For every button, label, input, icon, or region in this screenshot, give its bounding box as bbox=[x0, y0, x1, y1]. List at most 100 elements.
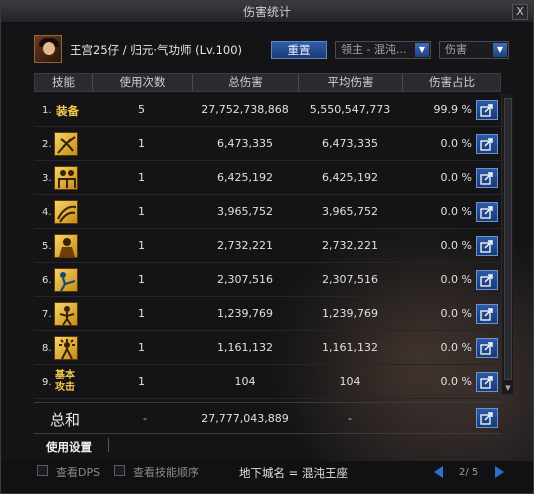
window-title: 伤害统计 bbox=[242, 5, 291, 19]
reset-button[interactable]: 重置 bbox=[271, 41, 327, 59]
row-damage-percent: 0.0 % bbox=[440, 171, 472, 184]
row-index: 9. bbox=[42, 377, 52, 388]
row-total-damage: 104 bbox=[234, 375, 256, 388]
column-header-skill[interactable]: 技能 bbox=[35, 74, 93, 91]
row-damage-percent: 0.0 % bbox=[440, 239, 472, 252]
avatar-face-icon bbox=[43, 42, 55, 55]
row-index: 6. bbox=[42, 275, 52, 286]
share-button[interactable] bbox=[476, 202, 498, 222]
share-icon bbox=[480, 274, 493, 287]
row-damage-percent: 0.0 % bbox=[440, 341, 472, 354]
mode-select-value: 伤害 bbox=[445, 43, 467, 56]
row-total-damage: 2,307,516 bbox=[217, 273, 273, 286]
row-index: 7. bbox=[42, 309, 52, 320]
burst-figure-icon bbox=[54, 302, 78, 326]
row-index: 8. bbox=[42, 343, 52, 354]
total-label: 总和 bbox=[50, 411, 81, 429]
row-average-damage: 1,161,132 bbox=[322, 341, 378, 354]
column-header-percent[interactable]: 伤害占比 bbox=[403, 74, 501, 91]
row-average-damage: 6,473,335 bbox=[322, 137, 378, 150]
row-damage-percent: 0.0 % bbox=[440, 375, 472, 388]
table-row[interactable]: 5. 1 2,732,221 2,732,221 0.0 % bbox=[34, 230, 501, 263]
share-icon bbox=[480, 104, 493, 117]
share-icon bbox=[480, 376, 493, 389]
row-index: 4. bbox=[42, 207, 52, 218]
prev-page-icon[interactable] bbox=[434, 466, 443, 478]
share-button[interactable] bbox=[476, 270, 498, 290]
table-row[interactable]: 2. 1 6,473,335 6,473,335 0.0 % bbox=[34, 128, 501, 161]
scrollbar-thumb[interactable] bbox=[504, 98, 512, 380]
row-index: 2. bbox=[42, 139, 52, 150]
share-icon bbox=[480, 240, 493, 253]
table-row[interactable]: 7. 1 1,239,769 1,239,769 0.0 % bbox=[34, 298, 501, 331]
skill-label-equipment: 装备 bbox=[56, 104, 79, 118]
row-damage-percent: 0.0 % bbox=[440, 307, 472, 320]
row-total-damage: 1,239,769 bbox=[217, 307, 273, 320]
show-dps-label[interactable]: 查看DPS bbox=[56, 464, 100, 480]
share-button[interactable] bbox=[476, 304, 498, 324]
table-row[interactable]: 8. 1 1,161,132 1,161,132 0.0 % bbox=[34, 332, 501, 365]
avatar bbox=[34, 35, 62, 63]
twin-figure-icon bbox=[54, 166, 78, 190]
row-total-damage: 1,161,132 bbox=[217, 341, 273, 354]
share-icon bbox=[480, 342, 493, 355]
close-button[interactable]: X bbox=[512, 4, 528, 20]
dragon-strike-icon bbox=[54, 132, 78, 156]
share-button[interactable] bbox=[476, 100, 498, 120]
row-average-damage: 104 bbox=[339, 375, 361, 388]
row-total-damage: 2,732,221 bbox=[217, 239, 273, 252]
row-index: 5. bbox=[42, 241, 52, 252]
column-header-average[interactable]: 平均伤害 bbox=[299, 74, 403, 91]
table-row[interactable]: 6. 1 2,307,516 2,307,516 0.0 % bbox=[34, 264, 501, 297]
share-button[interactable] bbox=[476, 338, 498, 358]
total-average: - bbox=[348, 412, 352, 425]
next-page-icon[interactable] bbox=[495, 466, 504, 478]
divider bbox=[108, 438, 109, 452]
target-select-value: 领主 - 混沌... bbox=[341, 43, 407, 56]
total-damage: 27,777,043,889 bbox=[201, 412, 289, 425]
chevron-down-icon: ▼ bbox=[493, 43, 507, 57]
row-average-damage: 5,550,547,773 bbox=[309, 103, 391, 116]
footer: 查看DPS 查看技能顺序 地下城名 = 混沌王座 2/ 5 bbox=[1, 461, 533, 493]
show-dps-checkbox[interactable] bbox=[37, 465, 48, 476]
character-name: 王宫25仔 / 归元·气功师 (Lv.100) bbox=[70, 43, 243, 57]
tab-settings[interactable]: 使用设置 bbox=[46, 439, 92, 455]
table-row[interactable]: 4. 1 3,965,752 3,965,752 0.0 % bbox=[34, 196, 501, 229]
share-button[interactable] bbox=[476, 134, 498, 154]
show-skill-order-checkbox[interactable] bbox=[114, 465, 125, 476]
scroll-down-icon[interactable]: ▼ bbox=[503, 383, 513, 393]
radiant-figure-icon bbox=[54, 336, 78, 360]
row-count: 1 bbox=[138, 341, 145, 354]
mode-select[interactable]: 伤害 ▼ bbox=[439, 41, 509, 59]
row-total-damage: 6,473,335 bbox=[217, 137, 273, 150]
column-header-count[interactable]: 使用次数 bbox=[93, 74, 193, 91]
row-damage-percent: 0.0 % bbox=[440, 137, 472, 150]
skill-label-basic-attack: 基本 攻击 bbox=[55, 370, 75, 393]
damage-stats-window: 伤害统计 X 王宫25仔 / 归元·气功师 (Lv.100) 重置 领主 - 混… bbox=[0, 0, 534, 494]
swirl-slash-icon bbox=[54, 200, 78, 224]
page-indicator: 2/ 5 bbox=[459, 467, 479, 478]
share-button[interactable] bbox=[476, 236, 498, 256]
share-icon bbox=[480, 412, 493, 425]
column-header-total[interactable]: 总伤害 bbox=[193, 74, 299, 91]
row-count: 1 bbox=[138, 137, 145, 150]
row-damage-percent: 99.9 % bbox=[433, 103, 472, 116]
share-button[interactable] bbox=[476, 168, 498, 188]
table-row[interactable]: 3. 1 6,425,192 6,425,192 0.0 % bbox=[34, 162, 501, 195]
share-total-button[interactable] bbox=[476, 408, 498, 428]
show-skill-order-label[interactable]: 查看技能顺序 bbox=[133, 464, 199, 480]
table-row[interactable]: 9. 基本 攻击 1 104 104 0.0 % bbox=[34, 366, 501, 399]
settings-tab-bar: 使用设置 bbox=[34, 433, 501, 455]
row-count: 1 bbox=[138, 375, 145, 388]
table-scrollbar[interactable]: ▼ bbox=[501, 94, 513, 394]
row-total-damage: 3,965,752 bbox=[217, 205, 273, 218]
share-button[interactable] bbox=[476, 372, 498, 392]
row-count: 1 bbox=[138, 171, 145, 184]
table-row[interactable]: 1. 装备 5 27,752,738,868 5,550,547,773 99.… bbox=[34, 94, 501, 127]
row-count: 1 bbox=[138, 307, 145, 320]
target-select[interactable]: 领主 - 混沌... ▼ bbox=[335, 41, 431, 59]
row-count: 1 bbox=[138, 239, 145, 252]
row-index: 1. bbox=[42, 105, 52, 116]
kick-icon bbox=[54, 268, 78, 292]
title-bar[interactable]: 伤害统计 X bbox=[1, 1, 533, 23]
